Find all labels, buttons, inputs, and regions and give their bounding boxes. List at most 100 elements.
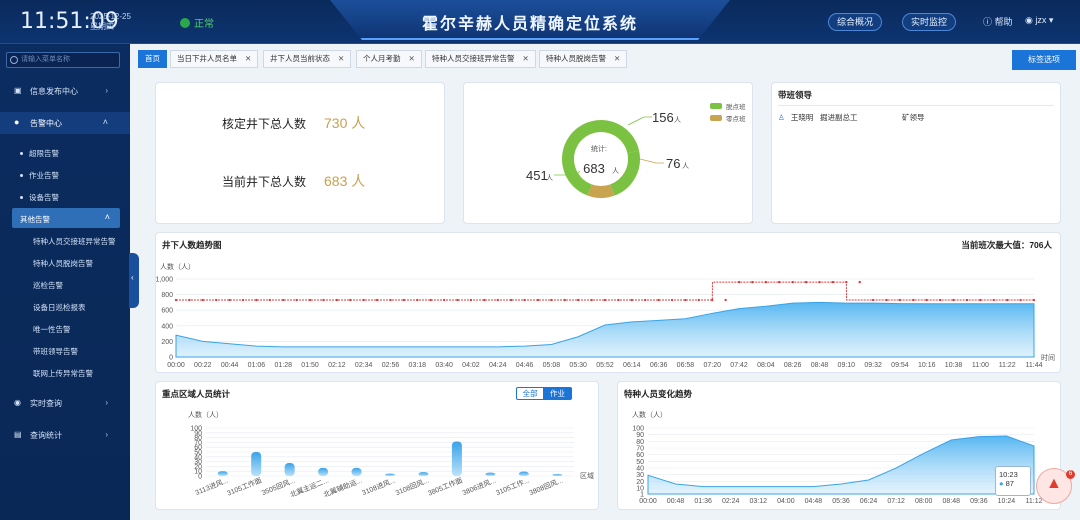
sidebar-item-alarm[interactable]: ● 告警中心 ˄ — [0, 112, 130, 134]
close-icon[interactable]: ✕ — [338, 54, 344, 63]
tab-handover-alarm[interactable]: 特种人员交接班异常告警 ✕ — [425, 50, 536, 68]
y-tick-label: 60 — [636, 452, 644, 459]
chart-icon: ▤ — [14, 430, 22, 439]
menu-leaf[interactable]: 特种人员交接班异常告警 — [33, 236, 163, 247]
overview-button[interactable]: 综合概况 — [828, 13, 883, 31]
donut-unit: 人 — [612, 167, 619, 175]
y-tick-label: 30 — [636, 472, 644, 479]
limit-point — [402, 298, 406, 302]
x-tick-label: 03:12 — [750, 498, 768, 505]
y-tick-label: 80 — [636, 439, 644, 446]
y-tick-label: 10 — [636, 486, 644, 493]
limit-point — [429, 298, 432, 302]
x-tick-label: 08:48 — [811, 362, 829, 369]
tab-label: 井下人员当前状态 — [270, 54, 330, 63]
sidebar-label: 查询统计 — [30, 431, 62, 440]
x-axis-label: 区域 — [580, 471, 594, 480]
tab-home[interactable]: 首页 — [138, 50, 167, 68]
y-axis-label: 人数（人） — [160, 262, 195, 271]
slice-label-451: 451 — [526, 168, 548, 183]
tab-attendance[interactable]: 个人月考勤 ✕ — [356, 50, 422, 68]
limit-point — [215, 298, 218, 302]
trend-chart: 人数（人） 时间 0 200 400 600 800 1,000 00:00 00:22 00:… — [156, 262, 1055, 369]
sidebar-collapse-handle[interactable]: ‹ — [129, 253, 139, 308]
limit-point — [1005, 298, 1009, 302]
sub-item-other[interactable]: 其他告警 ˄ — [12, 208, 120, 228]
y-tick-label: 600 — [161, 308, 173, 315]
close-icon[interactable]: ✕ — [614, 54, 620, 63]
top-header-bar: 11:51:09 2025-12-25 星期四 正常 霍尔辛赫人员精确定位系统 综… — [0, 0, 1080, 44]
x-tick-label: 11:12 — [1026, 498, 1043, 505]
sidebar-item-info[interactable]: ▣ 信息发布中心 › — [0, 86, 130, 102]
limit-point — [630, 298, 634, 302]
close-icon[interactable]: ✕ — [523, 54, 529, 63]
close-icon[interactable]: ✕ — [409, 54, 415, 63]
menu-leaf[interactable]: 联网上传异常告警 — [33, 368, 163, 379]
x-tick-label: 3805工作面 — [426, 476, 463, 498]
limit-point — [523, 298, 526, 302]
limit-point — [898, 298, 902, 302]
chevron-up-icon: ˄ — [104, 212, 110, 222]
close-icon[interactable]: ✕ — [245, 54, 251, 63]
sub-item-work[interactable]: 作业告警 — [20, 170, 150, 181]
y-tick-label: 0 — [169, 355, 173, 362]
x-tick-label: 北翼辅助运... — [322, 475, 363, 499]
limit-point — [804, 280, 808, 284]
limit-point — [550, 298, 553, 302]
x-tick-label: 01:36 — [694, 498, 712, 505]
limit-line — [176, 281, 1034, 301]
legend-swatch-gold — [710, 115, 722, 121]
menu-leaf[interactable]: 设备日巡检报表 — [33, 302, 163, 313]
slice-unit: 人 — [682, 162, 689, 170]
limit-point — [563, 298, 566, 302]
menu-leaf[interactable]: 带班领导告警 — [33, 346, 163, 357]
menu-leaf[interactable]: 巡检告警 — [33, 280, 163, 291]
limit-point — [308, 298, 312, 302]
x-tick-label: 09:10 — [838, 362, 856, 369]
sidebar-label: 信息发布中心 — [30, 87, 78, 96]
zone-card: 重点区域人员统计 全部 作业 人数（人） 区域 0 10 20 30 40 50 60 70 8… — [155, 381, 599, 510]
tab-current-status[interactable]: 井下人员当前状态 ✕ — [263, 50, 352, 68]
search-icon — [10, 56, 18, 64]
chevron-right-icon: › — [105, 430, 108, 439]
tooltip-value: 87 — [1005, 479, 1014, 488]
menu-leaf[interactable]: 唯一性告警 — [33, 324, 163, 335]
limit-point — [509, 298, 513, 302]
limit-point — [590, 298, 593, 302]
x-tick-label: 10:16 — [918, 362, 936, 369]
chevron-up-icon: ˄ — [102, 117, 108, 127]
limit-point — [496, 298, 499, 302]
limit-point — [255, 298, 258, 302]
menu-leaf[interactable]: 特种人员脱岗告警 — [33, 258, 163, 269]
y-tick-label: 100 — [190, 426, 202, 433]
x-tick-label: 04:48 — [805, 498, 823, 505]
headcount-card: 核定井下总人数 730 人 当前井下总人数 683 人 — [155, 82, 445, 224]
x-tick-label: 11:44 — [1026, 362, 1043, 369]
limit-point — [684, 298, 687, 302]
sub-item-device[interactable]: 设备告警 — [20, 192, 150, 203]
limit-point — [764, 280, 768, 284]
shift-donut-card: 统计: 683 人 451 人 156 人 76 人 脱点班 零点班 — [463, 82, 753, 224]
sub-item-overlimit[interactable]: 超限告警 — [20, 148, 150, 159]
x-tick-label: 09:32 — [864, 362, 882, 369]
search-placeholder: 请输入菜单名称 — [21, 56, 70, 63]
limit-point — [791, 280, 794, 284]
approved-label: 核定井下总人数 — [222, 117, 307, 131]
x-tick-label: 06:14 — [623, 362, 641, 369]
realtime-monitor-button[interactable]: 实时监控 — [902, 13, 957, 31]
menu-search-input[interactable]: 请输入菜单名称 — [6, 52, 120, 68]
tab-options-button[interactable]: 标签选项 — [1012, 50, 1076, 70]
x-tick-label: 03:18 — [409, 362, 427, 369]
limit-point — [617, 298, 620, 302]
limit-point — [322, 298, 325, 302]
help-button[interactable]: ⓘ 帮助 — [983, 15, 1013, 28]
leader-title: 带班领导 — [778, 90, 813, 100]
limit-point — [576, 298, 580, 302]
tab-absence-alarm[interactable]: 特种人员脱岗告警 ✕ — [539, 50, 628, 68]
tab-daily-list[interactable]: 当日下井人员名单 ✕ — [170, 50, 259, 68]
x-tick-label: 04:24 — [489, 362, 507, 369]
x-tick-label: 3105工作面 — [226, 476, 263, 498]
x-tick-label: 02:56 — [382, 362, 400, 369]
tooltip-time: 10:23 — [999, 470, 1018, 479]
user-menu[interactable]: ◉ jzx ▾ — [1025, 15, 1053, 26]
